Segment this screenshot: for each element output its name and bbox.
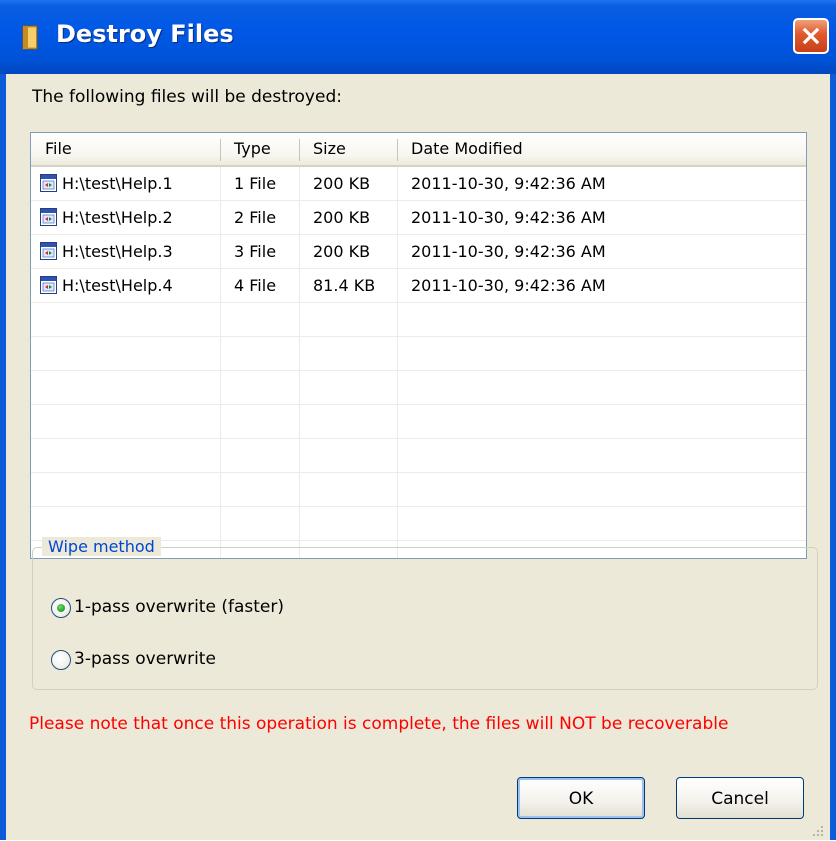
- empty-row: [31, 371, 806, 405]
- destroy-files-dialog: Destroy Files The following files will b…: [0, 0, 836, 840]
- intro-text: The following files will be destroyed:: [32, 87, 342, 107]
- file-icon: [40, 242, 58, 265]
- empty-row: [31, 337, 806, 371]
- empty-row: [31, 507, 806, 541]
- dialog-body: The following files will be destroyed: F…: [6, 74, 830, 840]
- radio-selected-dot: [57, 604, 65, 612]
- file-size: 200 KB: [313, 174, 371, 193]
- file-name: H:\test\Help.1: [62, 174, 173, 193]
- file-name: H:\test\Help.2: [62, 208, 173, 227]
- file-type: 3 File: [234, 242, 277, 261]
- resize-grip-icon[interactable]: [812, 822, 824, 836]
- close-button[interactable]: [793, 18, 829, 54]
- file-icon: [40, 208, 58, 231]
- file-date-modified: 2011-10-30, 9:42:36 AM: [411, 208, 606, 227]
- file-size: 81.4 KB: [313, 276, 376, 295]
- radio-3-pass[interactable]: [51, 650, 71, 670]
- column-header-date-modified[interactable]: Date Modified: [397, 133, 797, 165]
- window-title: Destroy Files: [56, 20, 234, 48]
- column-header-file[interactable]: File: [31, 133, 219, 165]
- file-type: 1 File: [234, 174, 277, 193]
- radio-3-pass-label[interactable]: 3-pass overwrite: [74, 649, 216, 669]
- file-size: 200 KB: [313, 208, 371, 227]
- file-date-modified: 2011-10-30, 9:42:36 AM: [411, 174, 606, 193]
- file-date-modified: 2011-10-30, 9:42:36 AM: [411, 242, 606, 261]
- column-header-type[interactable]: Type: [220, 133, 299, 165]
- column-header-size[interactable]: Size: [299, 133, 397, 165]
- folder-icon: [22, 24, 40, 51]
- ok-button[interactable]: OK: [517, 777, 645, 819]
- empty-row: [31, 303, 806, 337]
- close-icon: [802, 27, 820, 45]
- table-row[interactable]: H:\test\Help.3 3 File 200 KB 2011-10-30,…: [31, 235, 806, 269]
- empty-row: [31, 473, 806, 507]
- file-list[interactable]: File Type Size Date Modified H:\test\Hel…: [30, 132, 807, 559]
- file-type: 4 File: [234, 276, 277, 295]
- file-size: 200 KB: [313, 242, 371, 261]
- file-type: 2 File: [234, 208, 277, 227]
- empty-row: [31, 439, 806, 473]
- empty-row: [31, 405, 806, 439]
- file-icon: [40, 174, 58, 197]
- wipe-method-label: Wipe method: [42, 537, 161, 556]
- title-bar[interactable]: Destroy Files: [0, 0, 836, 74]
- cancel-button[interactable]: Cancel: [676, 777, 804, 819]
- file-date-modified: 2011-10-30, 9:42:36 AM: [411, 276, 606, 295]
- file-list-header: File Type Size Date Modified: [31, 133, 806, 167]
- file-icon: [40, 276, 58, 299]
- file-name: H:\test\Help.4: [62, 276, 173, 295]
- table-row[interactable]: H:\test\Help.4 4 File 81.4 KB 2011-10-30…: [31, 269, 806, 303]
- table-row[interactable]: H:\test\Help.2 2 File 200 KB 2011-10-30,…: [31, 201, 806, 235]
- table-row[interactable]: H:\test\Help.1 1 File 200 KB 2011-10-30,…: [31, 167, 806, 201]
- file-name: H:\test\Help.3: [62, 242, 173, 261]
- radio-1-pass[interactable]: [51, 598, 71, 618]
- radio-1-pass-label[interactable]: 1-pass overwrite (faster): [74, 597, 284, 617]
- warning-text: Please note that once this operation is …: [29, 714, 729, 734]
